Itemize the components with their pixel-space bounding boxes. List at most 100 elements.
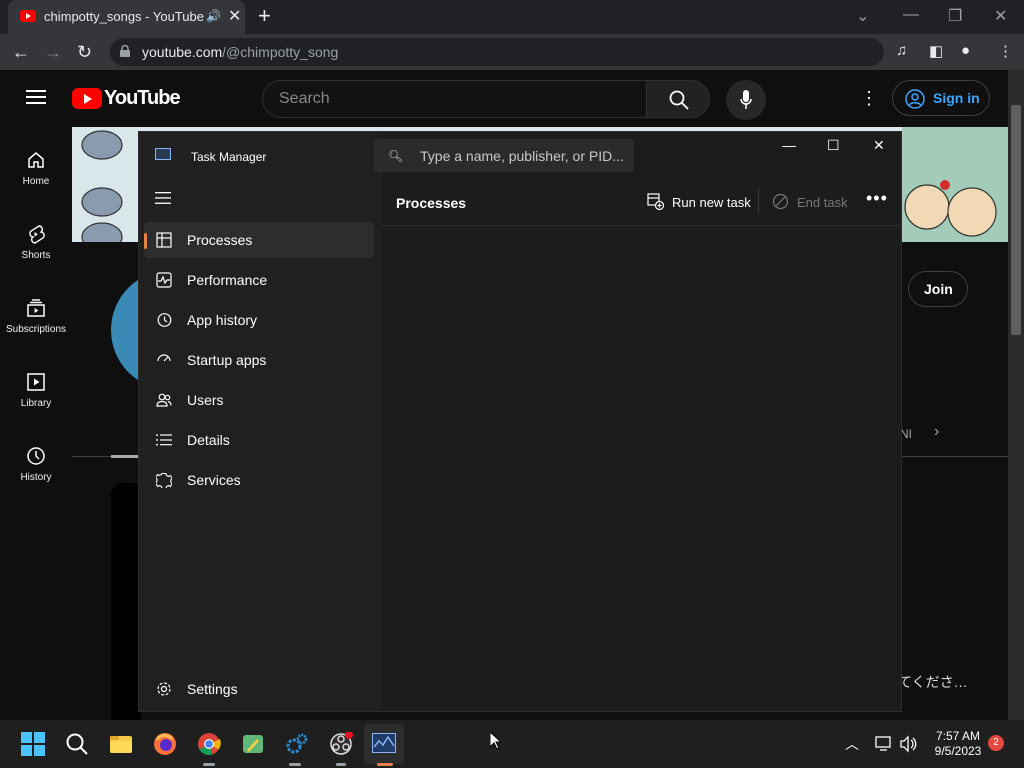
tm-nav-services[interactable]: Services: [144, 462, 374, 498]
active-tab-underline: [111, 455, 139, 458]
chrome-menu-icon[interactable]: ⋮: [998, 42, 1013, 60]
close-tab-icon[interactable]: ✕: [228, 6, 241, 26]
yt-nav-label: History: [20, 472, 52, 483]
windows-taskbar: ︿ 7:57 AM 9/5/2023 2: [0, 720, 1024, 768]
taskbar-search-icon[interactable]: [65, 732, 89, 756]
yt-menu-icon[interactable]: [26, 89, 46, 105]
chevron-right-icon[interactable]: ›: [934, 423, 939, 441]
yt-nav-label: Shorts: [21, 250, 51, 261]
system-clock[interactable]: 7:57 AM 9/5/2023: [928, 729, 988, 759]
tm-nav-performance[interactable]: Performance: [144, 262, 374, 298]
tm-maximize-icon[interactable]: ☐: [827, 137, 840, 154]
tm-nav-details[interactable]: Details: [144, 422, 374, 458]
minimize-icon[interactable]: —: [903, 6, 919, 24]
tm-nav-label: Processes: [187, 232, 253, 248]
restore-icon[interactable]: ❐: [948, 6, 962, 26]
yt-nav-label: Library: [20, 398, 52, 409]
task-manager-icon: [372, 733, 396, 753]
subscriptions-icon: [27, 299, 45, 317]
join-button[interactable]: Join: [908, 271, 968, 307]
reload-icon[interactable]: ↻: [77, 42, 92, 63]
paint-app-icon[interactable]: [241, 732, 265, 756]
sign-in-button[interactable]: Sign in: [892, 80, 990, 116]
obs-studio-icon[interactable]: [329, 732, 353, 756]
tm-search-input[interactable]: 🔍︎ Type a name, publisher, or PID...: [374, 139, 634, 172]
featured-video-thumbnail[interactable]: [111, 483, 141, 720]
clock-date: 9/5/2023: [934, 744, 982, 758]
youtube-logo-icon[interactable]: [72, 88, 102, 109]
show-hidden-icons-icon[interactable]: ︿: [845, 734, 859, 754]
youtube-logo-text[interactable]: YouTube: [104, 87, 181, 110]
voice-search-button[interactable]: [726, 80, 766, 120]
close-window-icon[interactable]: ✕: [994, 6, 1007, 26]
yt-nav-label: Subscriptions: [5, 324, 67, 335]
youtube-favicon-icon: [20, 10, 36, 22]
side-panel-icon[interactable]: ◧: [929, 42, 943, 60]
url-host: youtube.com: [142, 44, 223, 60]
chrome-icon[interactable]: [197, 732, 221, 756]
scrollbar-thumb[interactable]: [1011, 105, 1021, 335]
media-control-icon[interactable]: ♫: [896, 42, 907, 59]
new-tab-icon[interactable]: +: [258, 4, 271, 28]
browser-tab[interactable]: chimpotty_songs - YouTube 🔊 ✕: [8, 0, 245, 34]
lock-icon: [120, 45, 130, 57]
performance-icon: [156, 272, 172, 288]
yt-nav-shorts[interactable]: Shorts: [0, 224, 72, 261]
tm-nav-users[interactable]: Users: [144, 382, 374, 418]
yt-settings-more-icon[interactable]: ⋮: [860, 88, 878, 109]
yt-search-button[interactable]: [646, 80, 710, 118]
tm-close-icon[interactable]: ✕: [873, 137, 885, 154]
file-explorer-icon[interactable]: [109, 732, 133, 756]
settings-running-indicator: [289, 763, 301, 766]
tab-search-icon[interactable]: ⌄: [856, 6, 869, 26]
settings-gear-icon: [157, 682, 171, 696]
task-manager-window: Task Manager Processes Performance App h…: [138, 131, 902, 712]
end-task-label: End task: [797, 195, 848, 210]
yt-nav-home[interactable]: Home: [0, 150, 72, 187]
network-icon[interactable]: [875, 735, 893, 753]
services-icon: [156, 472, 172, 488]
windows-start-icon[interactable]: [21, 732, 45, 756]
address-bar[interactable]: youtube.com/@chimpotty_song: [110, 38, 884, 66]
end-task-icon: [772, 193, 789, 210]
history-icon: [27, 447, 45, 465]
mouse-cursor-icon: [490, 732, 502, 750]
tm-nav-settings[interactable]: Settings: [144, 671, 374, 707]
yt-search-input[interactable]: Search: [262, 80, 646, 118]
search-icon: [669, 90, 689, 110]
tm-command-bar: Processes Run new task End task •••: [382, 176, 901, 226]
notification-badge[interactable]: 2: [988, 735, 1004, 751]
tm-nav-label: Details: [187, 432, 230, 448]
tm-nav-label: Users: [187, 392, 224, 408]
back-icon[interactable]: ←: [12, 42, 30, 63]
yt-nav-history[interactable]: History: [0, 446, 72, 483]
yt-nav-label: Home: [22, 176, 50, 187]
tm-hamburger-icon[interactable]: [155, 192, 171, 204]
task-manager-taskbar-button[interactable]: [364, 724, 404, 764]
more-options-icon[interactable]: •••: [866, 188, 888, 209]
settings-app-icon[interactable]: [285, 732, 309, 756]
tm-nav-label: Performance: [187, 272, 268, 288]
search-icon: 🔍︎: [388, 149, 404, 163]
run-new-task-label: Run new task: [672, 195, 751, 210]
tm-nav-processes[interactable]: Processes: [144, 222, 374, 258]
tm-minimize-icon[interactable]: —: [782, 137, 796, 153]
tm-nav-label: App history: [187, 312, 258, 328]
startup-apps-icon: [157, 354, 171, 362]
page-scrollbar[interactable]: [1008, 70, 1024, 720]
url-path: /@chimpotty_song: [222, 44, 339, 60]
volume-icon[interactable]: [899, 735, 917, 753]
forward-icon[interactable]: →: [44, 42, 62, 63]
tm-nav-startup-apps[interactable]: Startup apps: [144, 342, 374, 378]
url-text: youtube.com/@chimpotty_song: [142, 44, 338, 60]
tm-window-title: Task Manager: [191, 150, 267, 164]
speaker-icon[interactable]: 🔊: [206, 9, 221, 23]
profile-icon[interactable]: ●: [961, 42, 970, 59]
tm-nav-app-history[interactable]: App history: [144, 302, 374, 338]
firefox-icon[interactable]: [153, 732, 177, 756]
yt-nav-library[interactable]: Library: [0, 372, 72, 409]
users-icon: [156, 393, 172, 407]
yt-nav-subscriptions[interactable]: Subscriptions: [0, 298, 72, 335]
tm-search-placeholder: Type a name, publisher, or PID...: [420, 148, 624, 164]
app-history-icon: [157, 313, 172, 327]
